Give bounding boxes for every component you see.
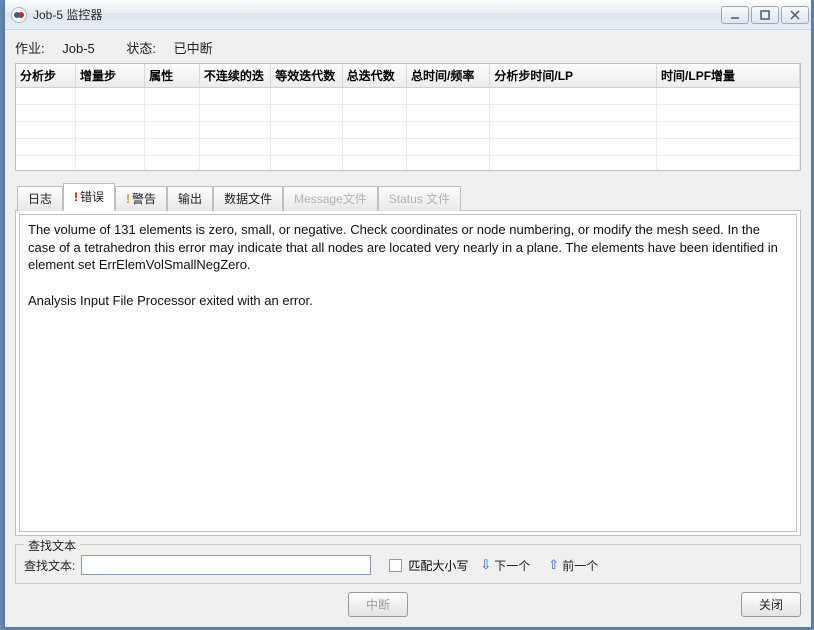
- column-header[interactable]: 分析步: [16, 64, 76, 88]
- job-label: 作业:: [15, 41, 45, 56]
- table-row: [16, 156, 800, 172]
- tab-bar: 日志!错误!警告输出数据文件Message文件Status 文件: [15, 183, 801, 211]
- tab-Message文件: Message文件: [283, 186, 378, 211]
- arrow-down-icon: ⇩: [480, 557, 491, 573]
- table-row: [16, 88, 800, 105]
- error-log-text[interactable]: The volume of 131 elements is zero, smal…: [19, 214, 797, 532]
- column-header[interactable]: 时间/LPF增量: [657, 64, 800, 88]
- column-header[interactable]: 等效迭代数: [271, 64, 342, 88]
- error-message-2: Analysis Input File Processor exited wit…: [28, 292, 788, 310]
- iteration-table: 分析步增量步属性不连续的迭等效迭代数总迭代数总时间/频率分析步时间/LP时间/L…: [15, 63, 801, 171]
- interrupt-button[interactable]: 中断: [348, 592, 408, 617]
- table-row: [16, 122, 800, 139]
- column-header[interactable]: 不连续的迭: [199, 64, 270, 88]
- search-label: 查找文本:: [24, 557, 75, 574]
- job-value: Job-5: [62, 41, 95, 56]
- tab-label: 输出: [178, 192, 202, 206]
- warning-icon: !: [126, 192, 130, 206]
- window-title: Job-5 监控器: [33, 6, 102, 23]
- log-panel: The volume of 131 elements is zero, smal…: [15, 211, 801, 536]
- tab-label: 警告: [132, 192, 156, 206]
- monitor-window: Job-5 监控器 作业: Job-5 状态: 已中断 分析步增量步属性不连续的…: [4, 0, 812, 628]
- match-case-checkbox[interactable]: [389, 559, 402, 572]
- column-header[interactable]: 增量步: [76, 64, 145, 88]
- column-header[interactable]: 分析步时间/LP: [490, 64, 657, 88]
- search-legend: 查找文本: [24, 537, 80, 554]
- tab-label: 数据文件: [224, 192, 272, 206]
- tab-label: Message文件: [294, 192, 367, 206]
- error-icon: !: [74, 190, 78, 204]
- search-group: 查找文本 查找文本: 匹配大小写 ⇩ 下一个 ⇧ 前一个: [15, 544, 801, 584]
- column-header[interactable]: 总迭代数: [342, 64, 406, 88]
- search-input[interactable]: [81, 555, 371, 575]
- tab-日志[interactable]: 日志: [17, 186, 63, 211]
- tab-Status 文件: Status 文件: [378, 186, 461, 211]
- title-bar: Job-5 监控器: [5, 0, 811, 30]
- close-window-button[interactable]: [781, 6, 809, 24]
- arrow-up-icon: ⇧: [548, 557, 559, 573]
- tab-输出[interactable]: 输出: [167, 186, 213, 211]
- column-header[interactable]: 总时间/频率: [407, 64, 490, 88]
- table-row: [16, 105, 800, 122]
- status-line: 作业: Job-5 状态: 已中断: [5, 30, 811, 63]
- tab-label: 错误: [80, 190, 104, 204]
- tab-label: 日志: [28, 192, 52, 206]
- error-message-1: The volume of 131 elements is zero, smal…: [28, 221, 788, 274]
- find-next-button[interactable]: ⇩ 下一个: [474, 557, 536, 574]
- tab-label: Status 文件: [389, 192, 450, 206]
- app-icon: [11, 7, 27, 23]
- minimize-button[interactable]: [721, 6, 749, 24]
- find-prev-button[interactable]: ⇧ 前一个: [542, 557, 604, 574]
- tab-错误[interactable]: !错误: [63, 183, 115, 211]
- match-case-label: 匹配大小写: [408, 557, 468, 574]
- tab-警告[interactable]: !警告: [115, 186, 167, 211]
- state-value: 已中断: [174, 41, 213, 56]
- maximize-button[interactable]: [751, 6, 779, 24]
- table-row: [16, 139, 800, 156]
- tab-数据文件[interactable]: 数据文件: [213, 186, 283, 211]
- column-header[interactable]: 属性: [145, 64, 200, 88]
- close-button[interactable]: 关闭: [741, 592, 801, 617]
- state-label: 状态:: [126, 41, 156, 56]
- bottom-button-row: 中断 关闭: [5, 590, 811, 627]
